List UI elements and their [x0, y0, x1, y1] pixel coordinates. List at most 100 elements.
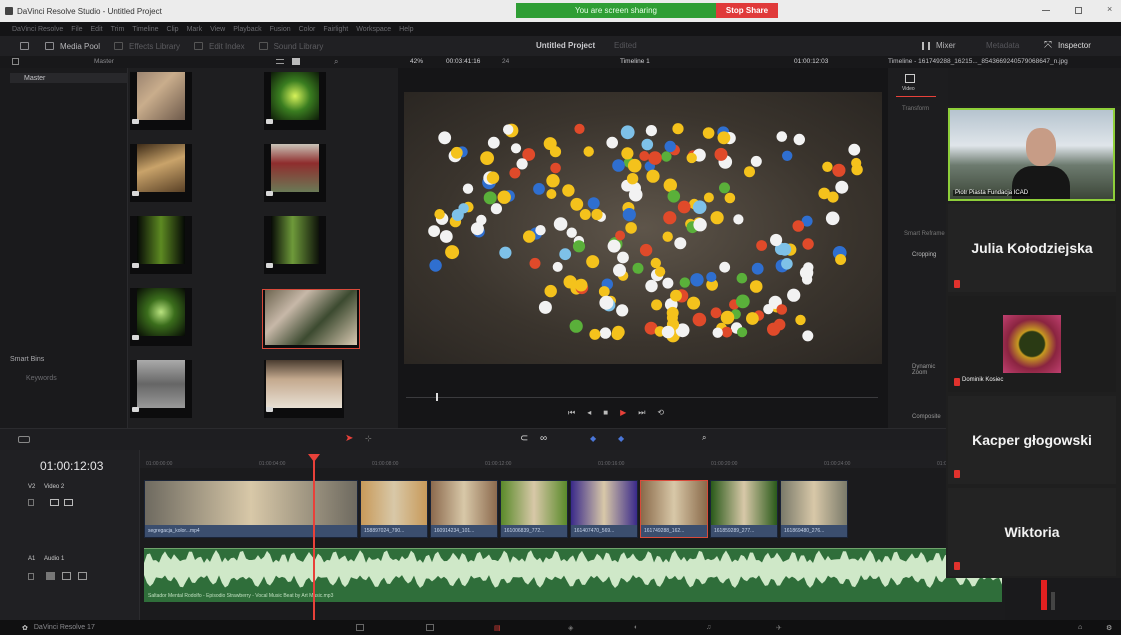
timeline-name[interactable]: Timeline 1: [620, 58, 650, 65]
list-view-icon[interactable]: [276, 59, 284, 64]
scrubber-bar[interactable]: [406, 397, 878, 398]
page-edit-icon[interactable]: ▤: [494, 624, 501, 632]
media-clip[interactable]: [264, 216, 326, 274]
last-frame-icon[interactable]: ⏭: [638, 408, 645, 418]
menu-item[interactable]: Fusion: [270, 26, 291, 33]
play-icon[interactable]: ▶: [620, 408, 626, 418]
maximize-icon[interactable]: [1075, 7, 1082, 14]
inspector-icon[interactable]: ⤧: [1044, 40, 1052, 51]
marker-icon[interactable]: ◆: [618, 434, 624, 443]
participant-tile[interactable]: Julia Kołodziejska: [948, 204, 1116, 292]
zoom-icon[interactable]: ⌕: [702, 433, 706, 443]
scrubber-handle[interactable]: [436, 393, 438, 401]
stop-share-button[interactable]: Stop Share: [716, 3, 778, 18]
participant-tile[interactable]: Dominik Kosiec: [948, 296, 1116, 392]
viewer-frame[interactable]: [404, 92, 882, 364]
menu-item[interactable]: Clip: [167, 26, 179, 33]
media-clip[interactable]: [130, 216, 192, 274]
settings-icon[interactable]: ⚙: [1106, 624, 1112, 632]
menu-item[interactable]: Help: [399, 26, 413, 33]
media-clip[interactable]: [130, 288, 192, 346]
audio-mute-button[interactable]: [62, 572, 71, 580]
participant-tile[interactable]: Kacper głogowski: [948, 396, 1116, 484]
loop-icon[interactable]: ⟲: [657, 408, 664, 418]
timeline-clip[interactable]: segregacja_kolor...mp4: [144, 480, 358, 538]
trim-tool-icon[interactable]: ⊹: [365, 434, 372, 443]
step-back-icon[interactable]: ◂: [587, 408, 591, 418]
metadata-button[interactable]: Metadata: [986, 41, 1019, 50]
page-cut-icon[interactable]: [426, 624, 434, 631]
track-enable-icon[interactable]: [50, 499, 59, 506]
edit-index-button[interactable]: Edit Index: [209, 42, 245, 51]
media-clip[interactable]: [130, 360, 192, 418]
media-clip[interactable]: [130, 144, 192, 202]
track-lock-icon[interactable]: [28, 499, 34, 506]
menu-item[interactable]: Timeline: [132, 26, 158, 33]
sound-library-icon[interactable]: [258, 42, 268, 50]
section-cropping[interactable]: Cropping: [912, 252, 936, 258]
menu-item[interactable]: Mark: [187, 26, 203, 33]
media-clip[interactable]: [264, 144, 326, 202]
participant-video-tile[interactable]: Piotr Piasta Fundacja ICAD: [948, 108, 1115, 201]
minimize-icon[interactable]: [1042, 10, 1050, 11]
audio-lock-icon[interactable]: [28, 573, 34, 580]
snapping-icon[interactable]: ⊂: [520, 433, 528, 444]
playhead-handle[interactable]: [308, 454, 320, 462]
flag-icon[interactable]: ◆: [590, 434, 596, 443]
panel-toggle-icon[interactable]: [20, 42, 29, 50]
timeline-clip[interactable]: 161869480_276...: [780, 480, 848, 538]
audio-clip[interactable]: Saltador Mental Rodolfo - Episodio Straw…: [144, 548, 1002, 602]
audio-solo-button[interactable]: [46, 572, 55, 580]
media-clip[interactable]: [264, 360, 344, 418]
timeline-view-icon[interactable]: [18, 436, 30, 443]
section-composite[interactable]: Composite: [912, 414, 941, 420]
section-smart-reframe[interactable]: Smart Reframe: [904, 231, 945, 237]
timeline-ruler[interactable]: 01:00:00:00 01:00:04:00 01:00:08:00 01:00:1…: [140, 450, 1005, 468]
section-transform[interactable]: Transform: [902, 106, 929, 112]
page-deliver-icon[interactable]: ✈: [776, 624, 782, 632]
stop-icon[interactable]: ■: [603, 408, 608, 418]
sound-library-button[interactable]: Sound Library: [274, 42, 324, 51]
timeline-clip[interactable]: 161006839_772...: [500, 480, 568, 538]
first-frame-icon[interactable]: ⏮: [568, 408, 575, 418]
sidebar-toggle-icon[interactable]: [12, 58, 19, 65]
menu-item[interactable]: Workspace: [356, 26, 391, 33]
participant-tile[interactable]: Wiktoria: [948, 488, 1116, 576]
page-media-icon[interactable]: [356, 624, 364, 631]
menu-item[interactable]: Edit: [91, 26, 103, 33]
bin-master[interactable]: Master: [10, 73, 128, 83]
effects-library-button[interactable]: Effects Library: [129, 42, 180, 51]
zoom-level[interactable]: 42%: [410, 58, 423, 65]
page-fusion-icon[interactable]: ◈: [568, 624, 573, 632]
effects-library-icon[interactable]: [114, 42, 124, 50]
timeline-clip[interactable]: 161859289_277...: [710, 480, 778, 538]
track-visibility-icon[interactable]: [64, 499, 73, 506]
smart-bin-keywords[interactable]: Keywords: [26, 375, 57, 382]
mixer-icon[interactable]: [922, 42, 930, 50]
inspector-button[interactable]: Inspector: [1058, 41, 1091, 50]
timeline-clip[interactable]: 161749288_162...: [640, 480, 708, 538]
menu-item[interactable]: Color: [299, 26, 316, 33]
section-dynamic-zoom[interactable]: Dynamic Zoom: [912, 364, 948, 376]
home-icon[interactable]: ⌂: [1078, 624, 1082, 631]
selection-tool-icon[interactable]: ➤: [345, 433, 353, 444]
menu-item[interactable]: View: [210, 26, 225, 33]
menu-item[interactable]: File: [71, 26, 82, 33]
media-pool-button[interactable]: Media Pool: [60, 42, 100, 51]
video-tab-icon[interactable]: [905, 74, 915, 83]
page-fairlight-icon[interactable]: ♫: [706, 624, 711, 631]
inspector-tab-video[interactable]: Video: [902, 86, 915, 92]
menu-item[interactable]: Playback: [233, 26, 261, 33]
menu-item[interactable]: Fairlight: [323, 26, 348, 33]
link-icon[interactable]: ∞: [540, 433, 547, 444]
audio-record-button[interactable]: [78, 572, 87, 580]
page-color-icon[interactable]: ◐: [634, 624, 638, 631]
timeline-clip[interactable]: 160914234_101...: [430, 480, 498, 538]
edit-index-icon[interactable]: [194, 42, 204, 50]
menu-item[interactable]: DaVinci Resolve: [12, 26, 63, 33]
mixer-button[interactable]: Mixer: [936, 41, 956, 50]
playhead[interactable]: [313, 454, 315, 620]
media-clip[interactable]: [130, 72, 192, 130]
media-clip-selected[interactable]: [262, 289, 360, 349]
media-pool-icon[interactable]: [45, 42, 54, 50]
